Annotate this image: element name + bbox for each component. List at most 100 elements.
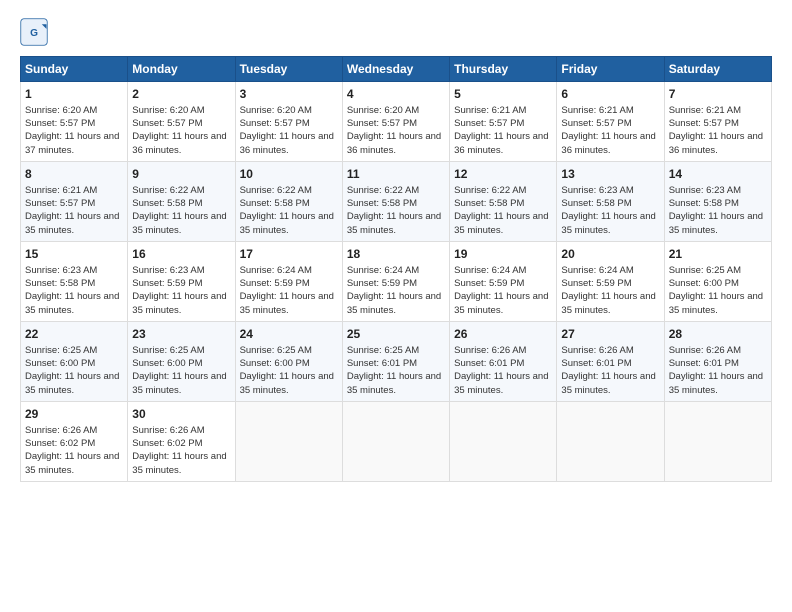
sunrise-text: Sunrise: 6:21 AM: [561, 104, 659, 117]
sunrise-text: Sunrise: 6:25 AM: [240, 344, 338, 357]
calendar-page: G SundayMondayTuesdayWednesdayThursdayFr…: [0, 0, 792, 612]
day-number: 22: [25, 326, 123, 343]
calendar-cell: 11Sunrise: 6:22 AMSunset: 5:58 PMDayligh…: [342, 161, 449, 241]
sunrise-text: Sunrise: 6:22 AM: [347, 184, 445, 197]
header-row: SundayMondayTuesdayWednesdayThursdayFrid…: [21, 57, 772, 82]
day-number: 26: [454, 326, 552, 343]
logo: G: [20, 18, 54, 46]
day-number: 28: [669, 326, 767, 343]
day-number: 15: [25, 246, 123, 263]
sunrise-text: Sunrise: 6:21 AM: [454, 104, 552, 117]
sunset-text: Sunset: 5:58 PM: [132, 197, 230, 210]
sunrise-text: Sunrise: 6:22 AM: [240, 184, 338, 197]
daylight-text: Daylight: 11 hours and 36 minutes.: [561, 130, 659, 157]
calendar-cell: 30Sunrise: 6:26 AMSunset: 6:02 PMDayligh…: [128, 401, 235, 481]
day-number: 10: [240, 166, 338, 183]
sunrise-text: Sunrise: 6:20 AM: [240, 104, 338, 117]
daylight-text: Daylight: 11 hours and 35 minutes.: [240, 210, 338, 237]
day-number: 29: [25, 406, 123, 423]
sunset-text: Sunset: 5:57 PM: [25, 197, 123, 210]
sunrise-text: Sunrise: 6:24 AM: [454, 264, 552, 277]
daylight-text: Daylight: 11 hours and 35 minutes.: [132, 210, 230, 237]
week-row-1: 8Sunrise: 6:21 AMSunset: 5:57 PMDaylight…: [21, 161, 772, 241]
daylight-text: Daylight: 11 hours and 35 minutes.: [132, 370, 230, 397]
day-number: 19: [454, 246, 552, 263]
header-day-wednesday: Wednesday: [342, 57, 449, 82]
sunrise-text: Sunrise: 6:25 AM: [347, 344, 445, 357]
calendar-cell: 2Sunrise: 6:20 AMSunset: 5:57 PMDaylight…: [128, 82, 235, 162]
sunset-text: Sunset: 5:57 PM: [347, 117, 445, 130]
sunset-text: Sunset: 5:59 PM: [454, 277, 552, 290]
daylight-text: Daylight: 11 hours and 35 minutes.: [25, 210, 123, 237]
week-row-4: 29Sunrise: 6:26 AMSunset: 6:02 PMDayligh…: [21, 401, 772, 481]
day-number: 18: [347, 246, 445, 263]
daylight-text: Daylight: 11 hours and 36 minutes.: [347, 130, 445, 157]
daylight-text: Daylight: 11 hours and 36 minutes.: [454, 130, 552, 157]
calendar-cell: [450, 401, 557, 481]
daylight-text: Daylight: 11 hours and 35 minutes.: [561, 210, 659, 237]
day-number: 2: [132, 86, 230, 103]
calendar-cell: 4Sunrise: 6:20 AMSunset: 5:57 PMDaylight…: [342, 82, 449, 162]
sunset-text: Sunset: 5:57 PM: [561, 117, 659, 130]
week-row-0: 1Sunrise: 6:20 AMSunset: 5:57 PMDaylight…: [21, 82, 772, 162]
daylight-text: Daylight: 11 hours and 35 minutes.: [240, 370, 338, 397]
daylight-text: Daylight: 11 hours and 35 minutes.: [454, 290, 552, 317]
daylight-text: Daylight: 11 hours and 36 minutes.: [132, 130, 230, 157]
calendar-cell: 14Sunrise: 6:23 AMSunset: 5:58 PMDayligh…: [664, 161, 771, 241]
calendar-cell: 27Sunrise: 6:26 AMSunset: 6:01 PMDayligh…: [557, 321, 664, 401]
sunrise-text: Sunrise: 6:20 AM: [25, 104, 123, 117]
calendar-cell: 9Sunrise: 6:22 AMSunset: 5:58 PMDaylight…: [128, 161, 235, 241]
calendar-cell: [342, 401, 449, 481]
sunset-text: Sunset: 5:57 PM: [240, 117, 338, 130]
calendar-body: 1Sunrise: 6:20 AMSunset: 5:57 PMDaylight…: [21, 82, 772, 482]
sunrise-text: Sunrise: 6:26 AM: [25, 424, 123, 437]
calendar-cell: 10Sunrise: 6:22 AMSunset: 5:58 PMDayligh…: [235, 161, 342, 241]
calendar-cell: [557, 401, 664, 481]
sunset-text: Sunset: 5:59 PM: [132, 277, 230, 290]
daylight-text: Daylight: 11 hours and 35 minutes.: [132, 290, 230, 317]
day-number: 30: [132, 406, 230, 423]
day-number: 25: [347, 326, 445, 343]
sunset-text: Sunset: 5:58 PM: [561, 197, 659, 210]
sunset-text: Sunset: 6:00 PM: [132, 357, 230, 370]
calendar-cell: 25Sunrise: 6:25 AMSunset: 6:01 PMDayligh…: [342, 321, 449, 401]
sunrise-text: Sunrise: 6:23 AM: [132, 264, 230, 277]
sunrise-text: Sunrise: 6:20 AM: [347, 104, 445, 117]
daylight-text: Daylight: 11 hours and 35 minutes.: [454, 210, 552, 237]
sunset-text: Sunset: 5:59 PM: [347, 277, 445, 290]
daylight-text: Daylight: 11 hours and 35 minutes.: [561, 370, 659, 397]
calendar-cell: 7Sunrise: 6:21 AMSunset: 5:57 PMDaylight…: [664, 82, 771, 162]
calendar-cell: [235, 401, 342, 481]
sunrise-text: Sunrise: 6:24 AM: [347, 264, 445, 277]
sunrise-text: Sunrise: 6:23 AM: [561, 184, 659, 197]
header: G: [20, 18, 772, 46]
day-number: 20: [561, 246, 659, 263]
calendar-header: SundayMondayTuesdayWednesdayThursdayFrid…: [21, 57, 772, 82]
daylight-text: Daylight: 11 hours and 35 minutes.: [561, 290, 659, 317]
daylight-text: Daylight: 11 hours and 35 minutes.: [347, 290, 445, 317]
daylight-text: Daylight: 11 hours and 35 minutes.: [132, 450, 230, 477]
day-number: 14: [669, 166, 767, 183]
daylight-text: Daylight: 11 hours and 35 minutes.: [25, 290, 123, 317]
week-row-2: 15Sunrise: 6:23 AMSunset: 5:58 PMDayligh…: [21, 241, 772, 321]
sunrise-text: Sunrise: 6:26 AM: [454, 344, 552, 357]
calendar-cell: 5Sunrise: 6:21 AMSunset: 5:57 PMDaylight…: [450, 82, 557, 162]
day-number: 16: [132, 246, 230, 263]
calendar-cell: 16Sunrise: 6:23 AMSunset: 5:59 PMDayligh…: [128, 241, 235, 321]
calendar-cell: 26Sunrise: 6:26 AMSunset: 6:01 PMDayligh…: [450, 321, 557, 401]
day-number: 3: [240, 86, 338, 103]
sunset-text: Sunset: 6:00 PM: [240, 357, 338, 370]
sunrise-text: Sunrise: 6:23 AM: [669, 184, 767, 197]
daylight-text: Daylight: 11 hours and 36 minutes.: [240, 130, 338, 157]
sunrise-text: Sunrise: 6:21 AM: [25, 184, 123, 197]
sunrise-text: Sunrise: 6:21 AM: [669, 104, 767, 117]
calendar-cell: 21Sunrise: 6:25 AMSunset: 6:00 PMDayligh…: [664, 241, 771, 321]
day-number: 7: [669, 86, 767, 103]
sunrise-text: Sunrise: 6:25 AM: [25, 344, 123, 357]
sunrise-text: Sunrise: 6:26 AM: [561, 344, 659, 357]
daylight-text: Daylight: 11 hours and 35 minutes.: [669, 210, 767, 237]
daylight-text: Daylight: 11 hours and 36 minutes.: [669, 130, 767, 157]
sunrise-text: Sunrise: 6:24 AM: [240, 264, 338, 277]
header-day-saturday: Saturday: [664, 57, 771, 82]
sunset-text: Sunset: 6:01 PM: [347, 357, 445, 370]
